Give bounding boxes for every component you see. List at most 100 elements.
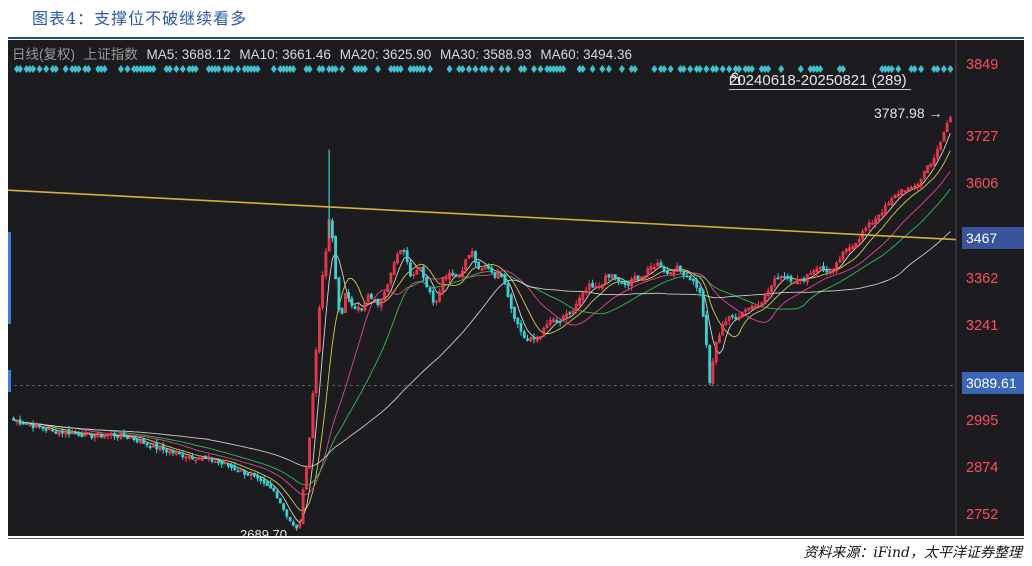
signal-marker	[17, 65, 24, 73]
candle-body	[620, 281, 624, 284]
signal-marker	[254, 65, 261, 73]
candle-body	[210, 457, 214, 462]
signal-marker	[75, 65, 82, 73]
candle-body	[526, 338, 529, 341]
signal-marker	[631, 65, 638, 73]
candle-body	[347, 292, 351, 299]
candle-body	[337, 277, 341, 310]
candle-body	[421, 266, 425, 279]
signal-marker	[472, 65, 479, 73]
candle-body	[519, 322, 523, 332]
candle-body	[701, 290, 705, 317]
last-price-tag[interactable]: 3089.61	[962, 372, 1024, 394]
candle-body	[135, 438, 139, 443]
candle-body	[376, 298, 380, 306]
candle-body	[51, 429, 54, 432]
signal-marker	[124, 65, 131, 73]
signal-marker	[306, 65, 313, 73]
date-range-text: 20240618-20250821 (289)	[729, 72, 907, 89]
candle-body	[500, 273, 503, 277]
candle-body	[474, 251, 477, 264]
candle-body	[682, 271, 686, 276]
signal-marker	[228, 65, 235, 73]
candle-body	[113, 432, 116, 437]
candle-body	[262, 479, 266, 484]
candle-body	[334, 235, 338, 280]
candlestick-chart[interactable]: 日线(复权) 上证指数 MA5: 3688.12 MA10: 3661.46 M…	[8, 40, 1024, 536]
y-tick-label: 3362	[966, 271, 999, 287]
candle-body	[243, 470, 247, 475]
candle-body	[340, 307, 344, 314]
arrow-right-icon: →	[928, 105, 943, 121]
candle-body	[90, 433, 94, 438]
candle-body	[776, 277, 780, 280]
candle-body	[617, 277, 620, 282]
signal-marker	[579, 65, 586, 73]
candle-body	[695, 279, 699, 288]
signal-marker	[166, 65, 173, 73]
candle-body	[74, 432, 77, 435]
candle-body	[431, 290, 435, 303]
moving-average-line	[13, 188, 951, 486]
candle-body	[80, 433, 84, 437]
candle-body	[809, 272, 812, 275]
candle-body	[428, 287, 432, 293]
moving-average-line	[13, 132, 951, 524]
legend-ma5: MA5: 3688.12	[146, 47, 231, 62]
legend-ma20: MA20: 3625.90	[339, 47, 432, 62]
candle-body	[252, 472, 256, 477]
signal-marker	[918, 65, 925, 73]
candle-body	[18, 419, 22, 425]
candle-body	[330, 220, 334, 239]
candle-body	[116, 435, 120, 438]
candle-body	[802, 278, 806, 282]
y-tick-label: 3727	[966, 129, 999, 145]
candle-body	[161, 444, 165, 451]
left-scroll-marker[interactable]	[8, 370, 11, 392]
candle-body	[555, 319, 559, 323]
signal-marker	[374, 65, 381, 73]
signal-marker	[420, 65, 427, 73]
candle-body	[666, 270, 669, 274]
signal-marker	[290, 65, 297, 73]
signal-marker	[459, 65, 466, 73]
candle-body	[217, 461, 220, 463]
candle-body	[731, 315, 734, 318]
candle-body	[613, 274, 617, 280]
candle-body	[522, 331, 526, 338]
legend-ma10: MA10: 3661.46	[239, 47, 331, 62]
signal-marker	[713, 65, 720, 73]
candle-body	[233, 465, 237, 471]
candle-body	[408, 262, 412, 277]
candle-body	[220, 460, 224, 465]
signal-marker	[589, 65, 596, 73]
signal-marker	[173, 65, 180, 73]
candle-body	[148, 445, 152, 449]
signal-marker	[482, 65, 489, 73]
left-scroll-marker[interactable]	[8, 232, 11, 324]
candle-body	[353, 306, 357, 310]
candle-body	[692, 278, 695, 282]
candle-body	[487, 265, 490, 269]
support-price-tag[interactable]: 3467	[962, 227, 1024, 249]
legend-period: 日线(复权)	[12, 47, 75, 62]
signal-marker	[947, 65, 954, 73]
candle-body	[509, 294, 513, 309]
candle-body	[685, 275, 689, 278]
candle-body	[708, 345, 712, 383]
candle-body	[369, 293, 373, 299]
candle-body	[275, 491, 279, 499]
date-range-label[interactable]: 20240618-20250821 (289)	[729, 72, 911, 90]
legend-ma60: MA60: 3494.36	[540, 47, 632, 62]
y-tick-label: 3849	[966, 57, 999, 73]
signal-marker	[667, 65, 674, 73]
candle-body	[25, 422, 29, 425]
candle-body	[178, 452, 181, 455]
y-tick-label: 2752	[966, 507, 999, 523]
signal-marker	[85, 65, 92, 73]
candle-body	[204, 455, 207, 459]
signal-marker	[560, 65, 567, 73]
candle-body	[822, 265, 825, 270]
chart-plot-area[interactable]	[8, 40, 1024, 536]
candle-body	[230, 464, 233, 468]
